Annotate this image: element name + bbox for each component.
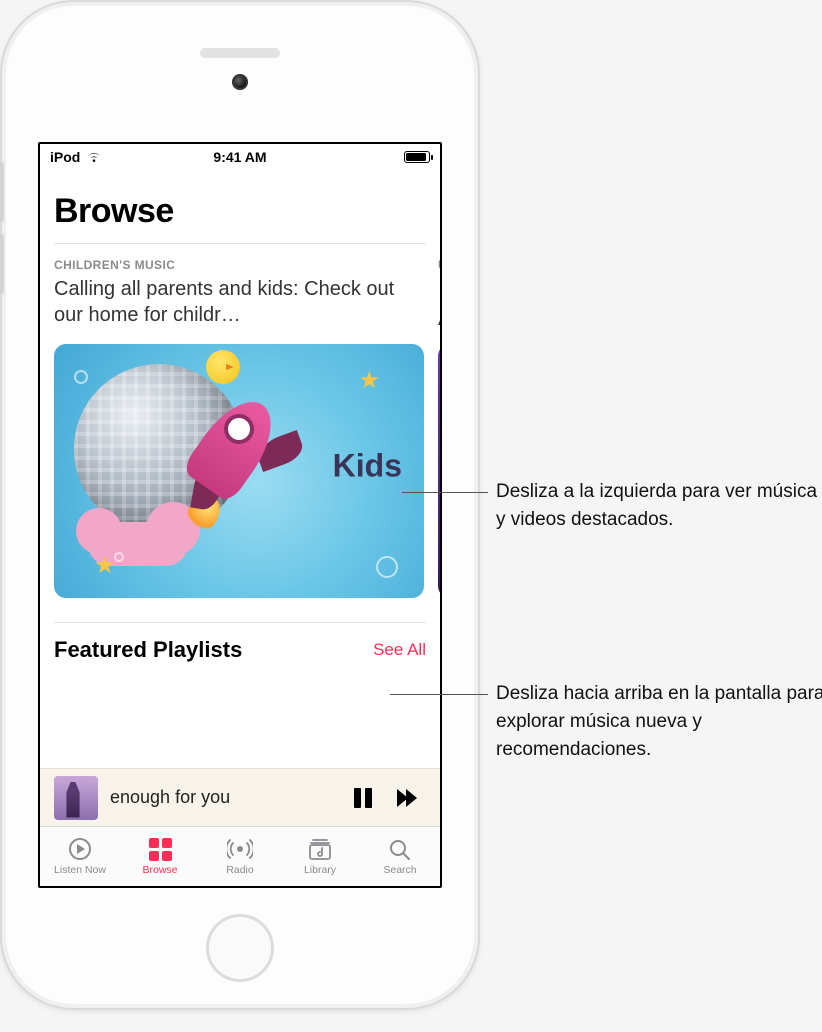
hero-card-kids[interactable]: ★ ★ Kids (54, 344, 424, 598)
tab-listen-now[interactable]: Listen Now (40, 827, 120, 886)
tab-label: Search (383, 864, 416, 876)
hero-eyebrow: CHILDREN'S MUSIC (54, 258, 424, 272)
tab-search[interactable]: Search (360, 827, 440, 886)
tab-browse[interactable]: Browse (120, 827, 200, 886)
battery-icon (404, 151, 430, 163)
page-title: Browse (54, 192, 426, 231)
tab-radio[interactable]: Radio (200, 827, 280, 886)
peek-eyebrow: U (438, 258, 440, 272)
callout-text: Desliza hacia arriba en la pantalla para… (496, 680, 822, 764)
star-icon: ★ (94, 551, 116, 580)
featured-playlists-header: Featured Playlists See All (54, 622, 426, 663)
browse-content[interactable]: Browse CHILDREN'S MUSIC Calling all pare… (40, 170, 440, 768)
bubble-icon (376, 556, 398, 578)
library-icon (307, 837, 333, 861)
next-track-button[interactable] (392, 781, 426, 815)
home-button[interactable] (206, 914, 274, 982)
tab-label: Radio (226, 864, 253, 876)
callout-leader-line (390, 694, 488, 695)
bubble-icon (74, 370, 88, 384)
callout-leader-line (402, 492, 488, 493)
next-icon (397, 789, 421, 807)
see-all-button[interactable]: See All (373, 640, 426, 660)
tab-label: Library (304, 864, 336, 876)
radio-icon (227, 837, 253, 861)
grid-icon (149, 838, 172, 861)
speaker-grille (200, 48, 280, 58)
ipod-device-frame: iPod 9:41 AM Browse CHILDREN'S MUSIC Cal… (0, 0, 480, 1010)
volume-up-button[interactable] (0, 162, 4, 222)
front-camera (232, 74, 248, 90)
screen: iPod 9:41 AM Browse CHILDREN'S MUSIC Cal… (38, 142, 442, 888)
peek-title-2: A (438, 306, 440, 332)
status-bar: iPod 9:41 AM (40, 144, 440, 170)
tab-label: Browse (142, 864, 177, 876)
device-name: iPod (50, 149, 80, 165)
pause-icon (354, 788, 372, 808)
wifi-icon (86, 151, 102, 163)
play-circle-icon (67, 837, 93, 861)
peek-title-1: ¡ (438, 276, 440, 302)
hero-carousel[interactable]: ★ ★ Kids (54, 344, 426, 598)
search-icon (387, 837, 413, 861)
clock: 9:41 AM (213, 149, 266, 165)
hero-card-peek[interactable] (438, 344, 440, 598)
tab-library[interactable]: Library (280, 827, 360, 886)
rocket-art (174, 384, 304, 514)
hero-artwork-label: Kids (333, 447, 402, 484)
star-icon: ★ (358, 366, 380, 395)
volume-down-button[interactable] (0, 234, 4, 294)
now-playing-bar[interactable]: enough for you (40, 768, 440, 826)
callout-text: Desliza a la izquierda para ver música y… (496, 478, 822, 534)
tab-label: Listen Now (54, 864, 106, 876)
chick-art (206, 350, 240, 384)
featured-title: Featured Playlists (54, 637, 242, 663)
now-playing-artwork (54, 776, 98, 820)
hero-title: Calling all parents and kids: Check out … (54, 276, 424, 328)
pause-button[interactable] (346, 781, 380, 815)
tab-bar: Listen Now Browse Radio Library (40, 826, 440, 886)
now-playing-title: enough for you (110, 787, 334, 808)
